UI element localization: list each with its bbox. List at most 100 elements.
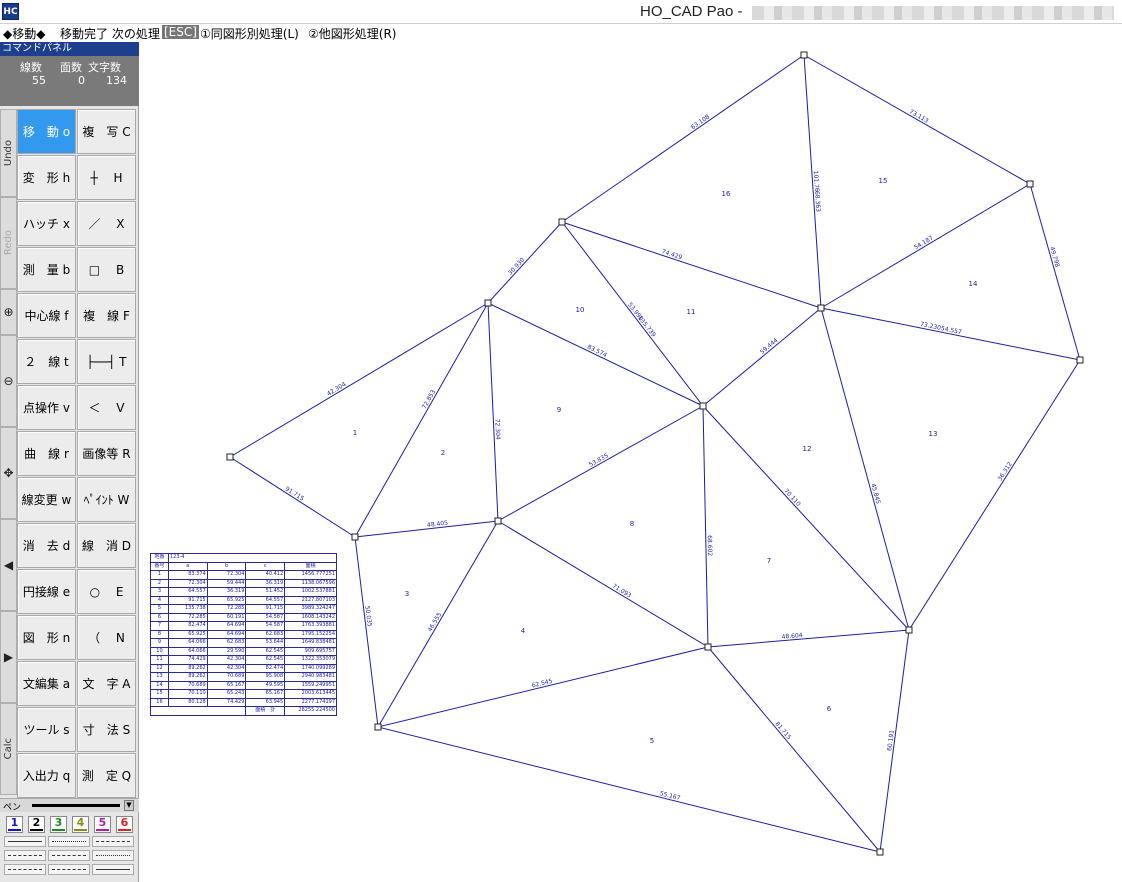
cmd-button-right[interactable]: 複 写 C [77,109,136,154]
survey-point-marker[interactable] [558,218,566,226]
boundary-line[interactable] [377,726,881,853]
line-style-button[interactable] [48,850,90,861]
cmd-button-left[interactable]: 中心線 f [17,293,76,338]
boundary-line[interactable] [229,302,489,458]
boundary-line[interactable] [377,646,709,728]
cmd-button-right[interactable]: ＜ V [77,385,136,430]
pen-number-button[interactable]: 5 [94,816,111,833]
boundary-line[interactable] [497,405,704,522]
boundary-line[interactable] [229,456,356,538]
cmd-button-left[interactable]: 線変更 w [17,477,76,522]
pen-number-label: 6 [120,816,129,829]
cmd-button-left[interactable]: 曲 線 r [17,431,76,476]
option-same-shape[interactable]: ①同図形別処理(L) [200,25,299,42]
cmd-button-right[interactable]: 測 定 Q [77,753,136,798]
cmd-button-left[interactable]: ツール s [17,707,76,752]
boundary-line[interactable] [561,221,822,309]
boundary-line[interactable] [561,54,805,223]
cmd-button-right[interactable]: ﾍﾟｲﾝﾄ W [77,477,136,522]
redo-tab[interactable]: Redo [0,197,17,289]
calc-tab[interactable]: Calc [0,703,17,795]
boundary-line[interactable] [879,629,910,853]
scroll-right-tab[interactable]: ▶ [0,611,17,703]
cmd-button-right[interactable]: ┼ H [77,155,136,200]
boundary-line[interactable] [820,307,1081,361]
cmd-button-left[interactable]: 移 動 o [17,109,76,154]
boundary-line[interactable] [377,520,499,728]
pen-number-button[interactable]: 1 [6,816,23,833]
pen-number-button[interactable]: 3 [50,816,67,833]
cmd-button-right[interactable]: 寸 法 S [77,707,136,752]
cmd-button-left[interactable]: 測 量 b [17,247,76,292]
cmd-button-left[interactable]: 円接線 e [17,569,76,614]
survey-point-marker[interactable] [699,402,707,410]
boundary-line[interactable] [803,54,1031,185]
pan-tab[interactable]: ✥ [0,427,17,519]
boundary-line[interactable] [561,221,704,407]
cmd-button-left[interactable]: 変 形 h [17,155,76,200]
dropdown-arrow-icon[interactable]: ▼ [124,800,134,811]
survey-point-marker[interactable] [1026,180,1034,188]
boundary-line[interactable] [707,629,910,648]
line-style-button[interactable] [92,850,134,861]
cmd-button-right[interactable]: ／ X [77,201,136,246]
scroll-left-tab[interactable]: ◀ [0,519,17,611]
survey-point-marker[interactable] [351,533,359,541]
survey-point-marker[interactable] [1076,356,1084,364]
cmd-button-right[interactable]: 文 字 A [77,661,136,706]
undo-tab[interactable]: Undo [0,109,17,197]
pen-number-button[interactable]: 6 [116,816,133,833]
boundary-line[interactable] [820,183,1031,309]
boundary-line[interactable] [354,302,489,538]
boundary-line[interactable] [908,359,1081,631]
cmd-button-right[interactable]: 複 線 F [77,293,136,338]
cmd-button-right[interactable]: □ B [77,247,136,292]
survey-point-marker[interactable] [484,299,492,307]
cmd-button-left[interactable]: 点操作 v [17,385,76,430]
survey-point-marker[interactable] [817,304,825,312]
survey-point-marker[interactable] [494,517,502,525]
line-style-button[interactable] [48,864,90,875]
cmd-button-left[interactable]: 入出力 q [17,753,76,798]
pen-selector[interactable]: ペン ▼ [0,798,139,813]
boundary-line[interactable] [497,520,709,648]
boundary-line[interactable] [702,307,822,407]
option-other-shape[interactable]: ②他図形処理(R) [308,25,396,42]
line-style-button[interactable] [4,850,46,861]
cmd-button-right[interactable]: ├──┤ T [77,339,136,384]
esc-key-hint[interactable]: [ESC] [162,25,199,39]
pen-number-button[interactable]: 2 [28,816,45,833]
survey-point-marker[interactable] [876,848,884,856]
boundary-line[interactable] [702,405,709,648]
line-style-button[interactable] [92,864,134,875]
boundary-line[interactable] [1029,183,1081,361]
line-style-button[interactable] [4,836,46,847]
boundary-line[interactable] [487,302,499,522]
zoom-out-tab[interactable]: ⊖ [0,335,17,427]
boundary-line[interactable] [354,536,379,728]
line-style-button[interactable] [4,864,46,875]
cmd-button-left[interactable]: 図 形 n [17,615,76,660]
line-style-button[interactable] [48,836,90,847]
app-logo-icon[interactable]: HC [2,3,19,20]
area-calculation-table[interactable]: 地番 123-4 番号 a b c 面積 1 83.374 72.304 40.412 1456.77… [149,553,338,716]
zoom-in-tab[interactable]: ⊕ [0,289,17,335]
pen-number-button[interactable]: 4 [72,816,89,833]
boundary-line[interactable] [707,646,881,853]
cmd-button-left[interactable]: ハッチ x [17,201,76,246]
cmd-button-left[interactable]: 消 去 d [17,523,76,568]
cmd-button-right[interactable]: ○ E [77,569,136,614]
boundary-line[interactable] [487,302,704,407]
survey-point-marker[interactable] [800,51,808,59]
survey-point-marker[interactable] [226,453,234,461]
survey-point-marker[interactable] [905,626,913,634]
line-style-button[interactable] [92,836,134,847]
cmd-button-right[interactable]: 画像等 R [77,431,136,476]
cmd-button-right[interactable]: 線 消 D [77,523,136,568]
cmd-button-left[interactable]: ２ 線 t [17,339,76,384]
cmd-button-left[interactable]: 文編集 a [17,661,76,706]
cmd-button-right[interactable]: （ N [77,615,136,660]
drawing-canvas[interactable]: 63.108 73.11368.36349.79854.18730.93074.4… [140,42,1122,882]
survey-point-marker[interactable] [704,643,712,651]
survey-point-marker[interactable] [374,723,382,731]
